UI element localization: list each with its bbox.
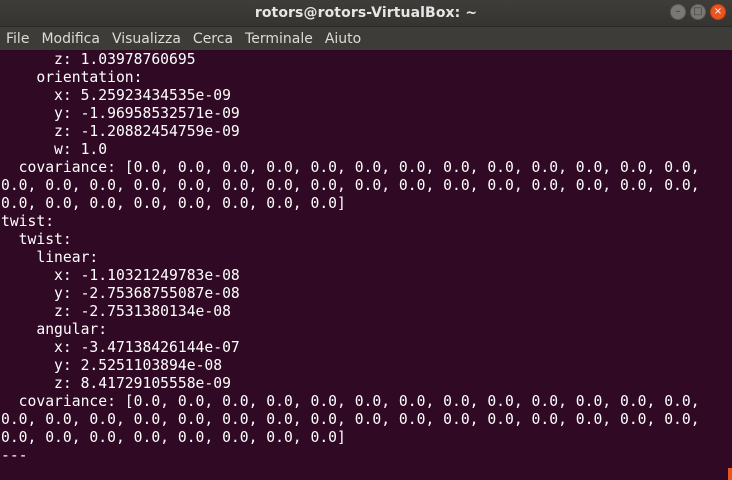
terminal-line: z: 8.41729105558e-09 bbox=[1, 375, 231, 392]
terminal-line: x: -3.47138426144e-07 bbox=[1, 339, 240, 356]
minimize-icon: – bbox=[675, 6, 681, 17]
terminal-line: x: 5.25923434535e-09 bbox=[1, 87, 231, 104]
terminal-line: x: -1.10321249783e-08 bbox=[1, 267, 240, 284]
terminal-line: z: -1.20882454759e-09 bbox=[1, 123, 240, 140]
terminal-line: twist: bbox=[1, 231, 72, 248]
terminal-line: y: -1.96958532571e-09 bbox=[1, 105, 240, 122]
terminal-line: 0.0, 0.0, 0.0, 0.0, 0.0, 0.0, 0.0, 0.0] bbox=[1, 429, 346, 446]
maximize-button[interactable]: □ bbox=[690, 4, 706, 20]
menu-cerca[interactable]: Cerca bbox=[193, 31, 233, 47]
terminal-line: orientation: bbox=[1, 69, 143, 86]
terminal-line: --- bbox=[1, 447, 28, 464]
terminal-line: z: 1.03978760695 bbox=[1, 51, 196, 68]
menu-aiuto[interactable]: Aiuto bbox=[325, 31, 361, 47]
terminal-line: 0.0, 0.0, 0.0, 0.0, 0.0, 0.0, 0.0, 0.0] bbox=[1, 195, 346, 212]
close-icon: × bbox=[713, 6, 723, 17]
terminal-line: linear: bbox=[1, 249, 99, 266]
window-controls: – □ × bbox=[670, 4, 726, 20]
minimize-button[interactable]: – bbox=[670, 4, 686, 20]
menu-file[interactable]: File bbox=[6, 31, 29, 47]
terminal-line: twist: bbox=[1, 213, 55, 230]
scroll-indicator bbox=[728, 468, 732, 480]
terminal-line: covariance: [0.0, 0.0, 0.0, 0.0, 0.0, 0.… bbox=[1, 159, 700, 176]
menu-modifica[interactable]: Modifica bbox=[41, 31, 100, 47]
menu-visualizza[interactable]: Visualizza bbox=[112, 31, 181, 47]
terminal-line: angular: bbox=[1, 321, 108, 338]
terminal-line: 0.0, 0.0, 0.0, 0.0, 0.0, 0.0, 0.0, 0.0, … bbox=[1, 177, 700, 194]
title-bar[interactable]: rotors@rotors-VirtualBox: ~ – □ × bbox=[0, 0, 732, 27]
terminal-line: z: -2.7531380134e-08 bbox=[1, 303, 231, 320]
maximize-icon: □ bbox=[693, 6, 703, 17]
menu-terminale[interactable]: Terminale bbox=[245, 31, 313, 47]
terminal-line: y: -2.75368755087e-08 bbox=[1, 285, 240, 302]
terminal-line: covariance: [0.0, 0.0, 0.0, 0.0, 0.0, 0.… bbox=[1, 393, 700, 410]
terminal-line: 0.0, 0.0, 0.0, 0.0, 0.0, 0.0, 0.0, 0.0, … bbox=[1, 411, 700, 428]
close-button[interactable]: × bbox=[710, 4, 726, 20]
terminal-output[interactable]: z: 1.03978760695 orientation: x: 5.25923… bbox=[1, 51, 729, 480]
terminal-window: rotors@rotors-VirtualBox: ~ – □ × File M… bbox=[0, 0, 732, 480]
window-title: rotors@rotors-VirtualBox: ~ bbox=[254, 5, 478, 21]
menu-bar: File Modifica Visualizza Cerca Terminale… bbox=[0, 27, 732, 50]
terminal-line: y: 2.5251103894e-08 bbox=[1, 357, 223, 374]
terminal-line: w: 1.0 bbox=[1, 141, 108, 158]
